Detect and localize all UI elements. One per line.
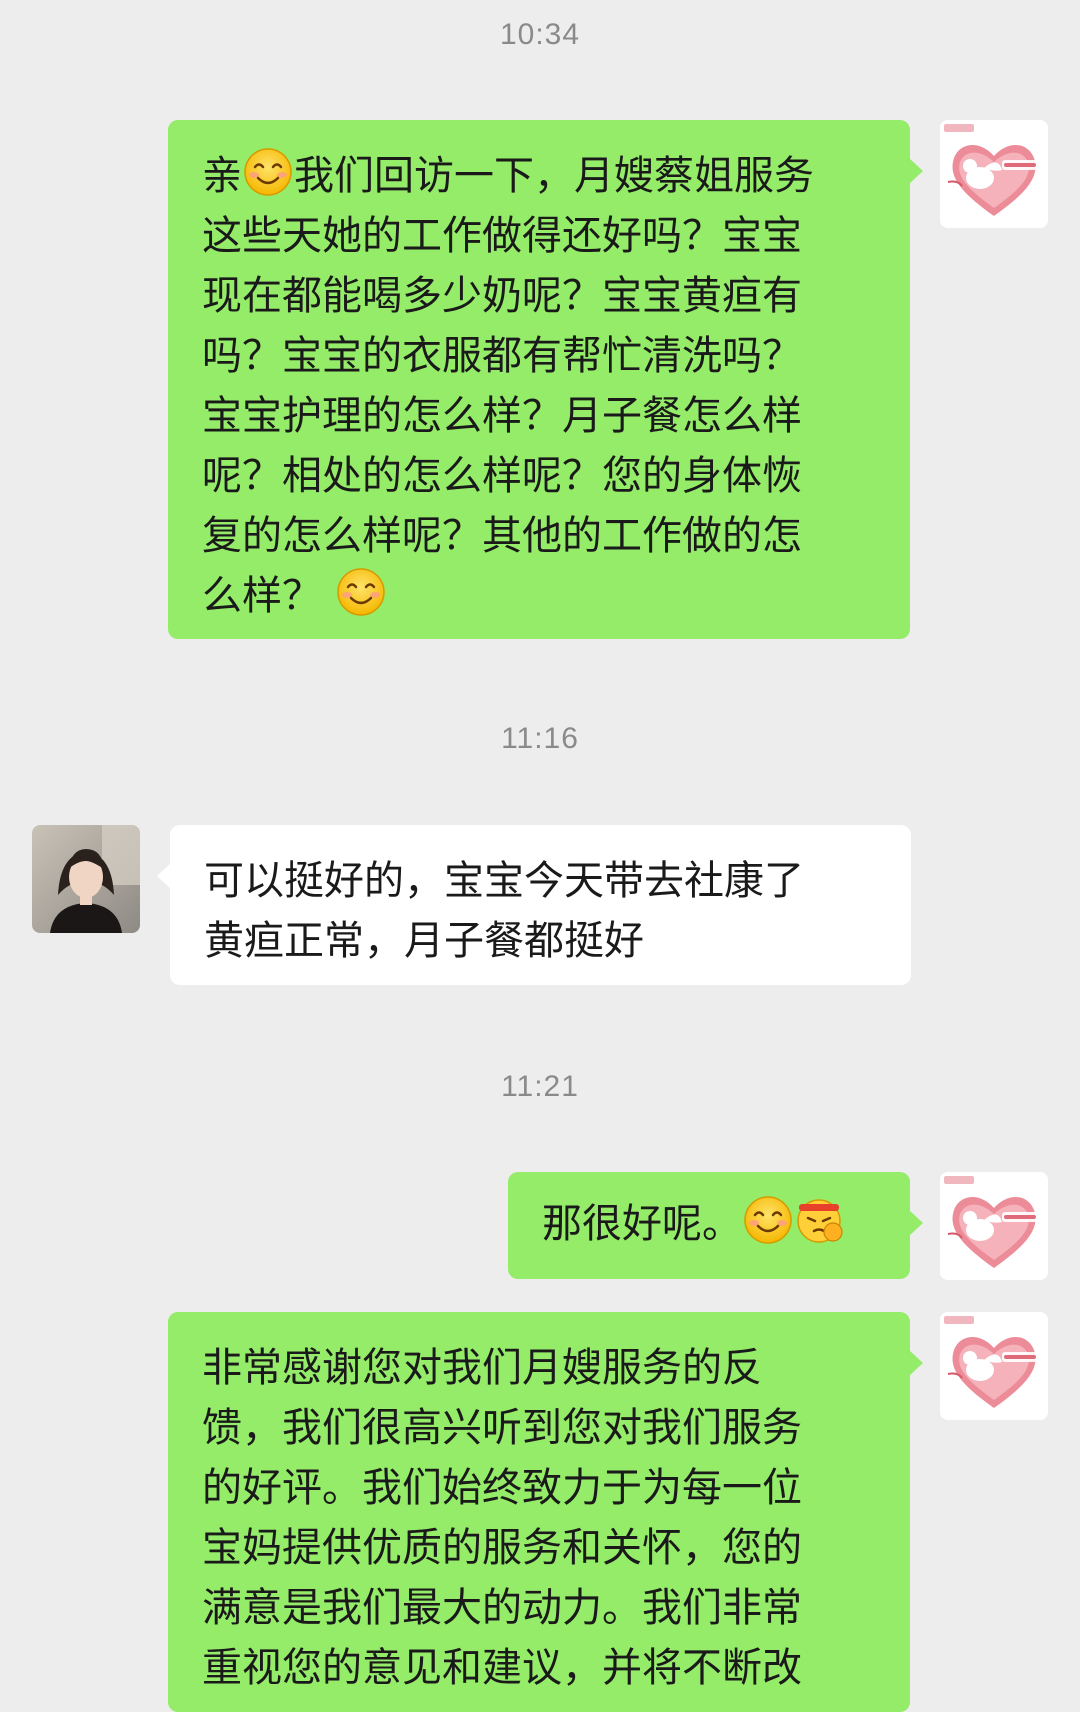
smile-emoji-icon: [336, 568, 385, 616]
timestamp: 11:21: [501, 1070, 579, 1103]
message-text: 亲: [202, 153, 242, 199]
message-text: 吗？宝宝的衣服都有帮忙清洗吗？: [202, 333, 802, 379]
message-line: 馈，我们很高兴听到您对我们服务: [202, 1398, 878, 1458]
message-text: 复的怎么样呢？其他的工作做的怎: [202, 513, 802, 559]
message-line: 吗？宝宝的衣服都有帮忙清洗吗？: [202, 326, 878, 386]
heart-angel-logo-icon: [940, 1312, 1048, 1420]
message-bubble-received[interactable]: 可以挺好的，宝宝今天带去社康了 黄疸正常，月子餐都挺好: [157, 825, 911, 985]
fighting-emoji-icon: [797, 1199, 843, 1243]
message-text: 非常感谢您对我们月嫂服务的反: [202, 1345, 762, 1391]
message-line: 这些天她的工作做得还好吗？宝宝: [202, 206, 878, 266]
message-bubble-sent[interactable]: 那很好呢。: [508, 1172, 923, 1279]
heart-angel-logo-icon: [940, 1172, 1048, 1280]
my-avatar[interactable]: [940, 1172, 1048, 1280]
my-avatar[interactable]: [940, 120, 1048, 228]
timestamp: 10:34: [499, 18, 581, 51]
message-line: 呢？相处的怎么样呢？您的身体恢: [202, 446, 878, 506]
smile-emoji-icon: [244, 148, 292, 196]
user-photo-icon: [32, 825, 140, 933]
heart-angel-logo-icon: [940, 120, 1048, 228]
message-line: 么样？: [202, 566, 878, 626]
message-line: 复的怎么样呢？其他的工作做的怎: [202, 506, 878, 566]
message-text: 这些天她的工作做得还好吗？宝宝: [202, 213, 802, 259]
message-text: 黄疸正常，月子餐都挺好: [204, 918, 644, 964]
message-bubble-sent[interactable]: 亲 我们回访一下，月嫂蔡姐服务这些天她的工作做得还好吗？宝宝 现在都能喝多少奶呢？宝…: [168, 120, 923, 639]
message-bubble-sent[interactable]: 非常感谢您对我们月嫂服务的反 馈，我们很高兴听到您对我们服务 的好评。我们始终致力于…: [168, 1312, 923, 1712]
timestamp: 11:16: [501, 722, 579, 755]
message-text: 满意是我们最大的动力。我们非常: [202, 1585, 802, 1631]
message-text: 可以挺好的，宝宝今天带去社康了: [204, 858, 804, 904]
message-line: 亲 我们回访一下，月嫂蔡姐服务: [202, 146, 878, 206]
my-avatar[interactable]: [940, 1312, 1048, 1420]
smile-emoji-icon: [744, 1196, 792, 1244]
message-text: 宝宝护理的怎么样？月子餐怎么样: [202, 393, 802, 439]
message-text: 现在都能喝多少奶呢？宝宝黄疸有: [202, 273, 802, 319]
message-text: 馈，我们很高兴听到您对我们服务: [202, 1405, 802, 1451]
message-text: 的好评。我们始终致力于为每一位: [202, 1465, 802, 1511]
message-line: 重视您的意见和建议，并将不断改: [202, 1638, 878, 1698]
message-line: 宝妈提供优质的服务和关怀，您的: [202, 1518, 878, 1578]
message-text: 那很好呢。: [542, 1201, 742, 1247]
message-text: 呢？相处的怎么样呢？您的身体恢: [202, 453, 802, 499]
message-text: 么样？: [202, 573, 335, 619]
message-line: 宝宝护理的怎么样？月子餐怎么样: [202, 386, 878, 446]
message-line: 黄疸正常，月子餐都挺好: [204, 911, 879, 971]
message-line: 满意是我们最大的动力。我们非常: [202, 1578, 878, 1638]
message-text: 宝妈提供优质的服务和关怀，您的: [202, 1525, 802, 1571]
message-text: 我们回访一下，月嫂蔡姐服务: [294, 153, 814, 199]
message-line: 可以挺好的，宝宝今天带去社康了: [204, 851, 879, 911]
message-line: 的好评。我们始终致力于为每一位: [202, 1458, 878, 1518]
contact-avatar[interactable]: [32, 825, 140, 933]
message-line: 非常感谢您对我们月嫂服务的反: [202, 1338, 878, 1398]
message-line: 现在都能喝多少奶呢？宝宝黄疸有: [202, 266, 878, 326]
message-line: 那很好呢。: [542, 1194, 878, 1254]
message-text: 重视您的意见和建议，并将不断改: [202, 1645, 802, 1691]
